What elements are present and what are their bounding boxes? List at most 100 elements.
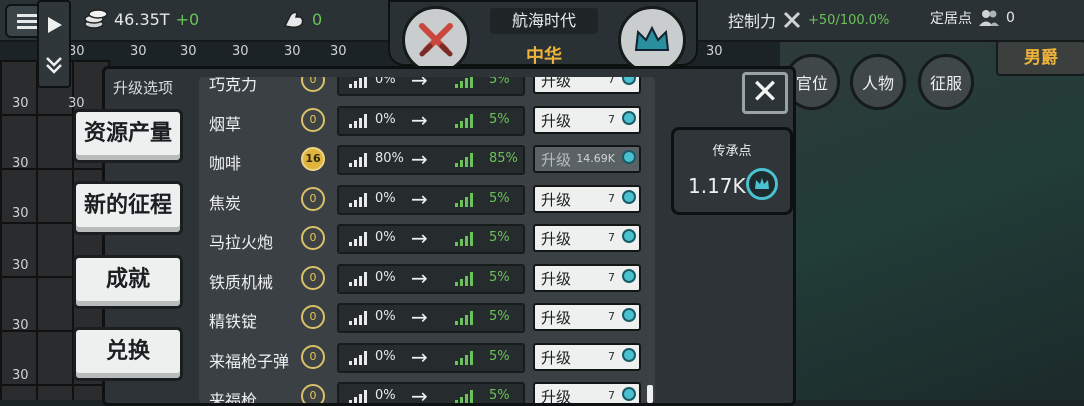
upgrade-button[interactable]: 升级 7 bbox=[533, 77, 641, 94]
signal-bars-icon bbox=[455, 153, 473, 167]
level-badge: 0 bbox=[301, 77, 325, 92]
war-emblem[interactable] bbox=[402, 6, 470, 74]
current-rate: 0% bbox=[375, 348, 396, 364]
play-pause-button[interactable] bbox=[37, 0, 71, 88]
grid-number: 30 bbox=[284, 44, 301, 59]
upgrade-cost: 7 bbox=[608, 231, 615, 244]
control-display: 控制力 +50/100.0% bbox=[728, 8, 889, 32]
grid-number: 30 bbox=[706, 44, 723, 59]
upgrade-row: 来福枪子弹 0 0% → 5% 升级 7 bbox=[199, 340, 655, 376]
upgrade-button[interactable]: 升级 7 bbox=[533, 303, 641, 331]
close-button[interactable]: ✕ bbox=[742, 72, 788, 114]
level-badge: 16 bbox=[301, 147, 325, 171]
upgrade-cost: 7 bbox=[608, 77, 615, 86]
rate-display: 0% → 5% bbox=[337, 263, 525, 294]
rank-badge[interactable]: 男爵 bbox=[996, 40, 1084, 76]
resource-name: 焦炭 bbox=[209, 193, 242, 213]
signal-bars-icon bbox=[455, 390, 473, 403]
new-journey-button[interactable]: 新的征程 bbox=[73, 181, 183, 235]
settlement-label: 定居点 bbox=[930, 11, 972, 27]
level-badge: 0 bbox=[301, 107, 325, 132]
resource-name: 来福枪子弹 bbox=[209, 351, 290, 371]
grid-number: 30 bbox=[330, 44, 347, 59]
play-icon bbox=[48, 17, 62, 33]
crown-coin-icon bbox=[746, 168, 778, 200]
dialog-title: 升级选项 bbox=[113, 79, 174, 97]
crossed-tools-icon bbox=[783, 11, 801, 29]
upgrade-row: 精铁锭 0 0% → 5% 升级 7 bbox=[199, 300, 655, 336]
grid-number: 30 bbox=[12, 368, 29, 383]
legacy-coin-icon bbox=[622, 387, 636, 401]
upgrade-label: 升级 bbox=[541, 388, 572, 403]
rate-display: 0% → 5% bbox=[337, 303, 525, 333]
grid-number: 30 bbox=[12, 258, 29, 273]
coins-icon bbox=[84, 9, 108, 29]
level-badge: 0 bbox=[301, 226, 325, 250]
signal-bars-icon bbox=[455, 350, 473, 365]
signal-bars-icon bbox=[349, 77, 367, 88]
upgrade-row: 咖啡 16 80% → 85% 升级 14.69K bbox=[199, 142, 655, 178]
upgrade-row: 焦炭 0 0% → 5% 升级 7 bbox=[199, 182, 655, 218]
arrow-right-icon: → bbox=[411, 107, 428, 132]
legacy-coin-icon bbox=[622, 229, 636, 243]
signal-bars-icon bbox=[455, 232, 473, 246]
gold-amount: 46.35T bbox=[114, 9, 170, 29]
signal-bars-icon bbox=[455, 271, 473, 286]
legacy-value: 1.17K bbox=[688, 174, 746, 198]
arrow-right-icon: → bbox=[411, 265, 428, 290]
current-rate: 0% bbox=[375, 111, 396, 127]
upgrade-cost: 14.69K bbox=[576, 152, 615, 165]
scrollbar[interactable] bbox=[647, 385, 653, 403]
signal-bars-icon bbox=[455, 113, 473, 128]
resource-name: 咖啡 bbox=[209, 154, 242, 173]
upgrade-button[interactable]: 升级 14.69K bbox=[533, 145, 641, 173]
gold-delta: +0 bbox=[175, 9, 200, 29]
current-rate: 0% bbox=[375, 269, 396, 285]
upgrade-cost: 7 bbox=[608, 389, 615, 402]
grid-number: 30 bbox=[12, 318, 29, 333]
arm-icon bbox=[283, 11, 304, 28]
gold-display: 46.35T +0 bbox=[84, 8, 199, 30]
upgrade-button[interactable]: 升级 7 bbox=[533, 263, 641, 292]
power-display: 0 bbox=[282, 8, 322, 30]
upgrade-button[interactable]: 升级 7 bbox=[533, 184, 641, 213]
control-percent: /100.0% bbox=[835, 12, 890, 28]
current-rate: 0% bbox=[375, 190, 396, 206]
legacy-coin-icon bbox=[622, 308, 636, 322]
upgrade-cost: 7 bbox=[608, 191, 615, 205]
upgrade-list[interactable]: 巧克力 0 0% → 5% 升级 7 烟草 0 0% → 5% 升级 7 咖啡 … bbox=[199, 77, 655, 403]
arrow-right-icon: → bbox=[411, 186, 428, 211]
upgrade-label: 升级 bbox=[541, 151, 572, 169]
arrow-right-icon: → bbox=[411, 147, 428, 171]
characters-button[interactable]: 人物 bbox=[850, 54, 906, 110]
next-rate: 5% bbox=[489, 190, 510, 206]
signal-bars-icon bbox=[349, 113, 367, 128]
legacy-points-panel: 传承点 1.17K bbox=[671, 127, 793, 215]
legacy-coin-icon bbox=[622, 77, 636, 85]
settlement-count: 0 bbox=[1006, 10, 1015, 26]
upgrade-button[interactable]: 升级 7 bbox=[533, 342, 641, 371]
next-rate: 5% bbox=[489, 388, 510, 403]
level-badge: 0 bbox=[301, 305, 325, 329]
signal-bars-icon bbox=[455, 77, 473, 88]
step-down-icon bbox=[46, 57, 62, 74]
upgrade-button[interactable]: 升级 7 bbox=[533, 105, 641, 134]
next-rate: 5% bbox=[489, 269, 510, 285]
upgrade-row: 来福枪 0 0% → 5% 升级 7 bbox=[199, 379, 655, 403]
control-delta: +50 bbox=[808, 12, 836, 28]
signal-bars-icon bbox=[455, 311, 473, 325]
resource-name: 烟草 bbox=[209, 114, 242, 134]
signal-bars-icon bbox=[455, 192, 473, 207]
upgrade-label: 升级 bbox=[541, 111, 572, 130]
resource-output-button[interactable]: 资源产量 bbox=[73, 109, 183, 163]
conquest-button[interactable]: 征服 bbox=[918, 54, 974, 110]
upgrade-button[interactable]: 升级 7 bbox=[533, 224, 641, 252]
crown-emblem[interactable] bbox=[618, 6, 686, 74]
upgrade-cost: 7 bbox=[608, 310, 615, 323]
level-badge: 0 bbox=[301, 384, 325, 403]
next-rate: 5% bbox=[489, 348, 510, 364]
signal-bars-icon bbox=[349, 311, 367, 325]
current-rate: 80% bbox=[375, 151, 404, 166]
exchange-button[interactable]: 兑换 bbox=[73, 327, 183, 381]
achievements-button[interactable]: 成就 bbox=[73, 255, 183, 309]
